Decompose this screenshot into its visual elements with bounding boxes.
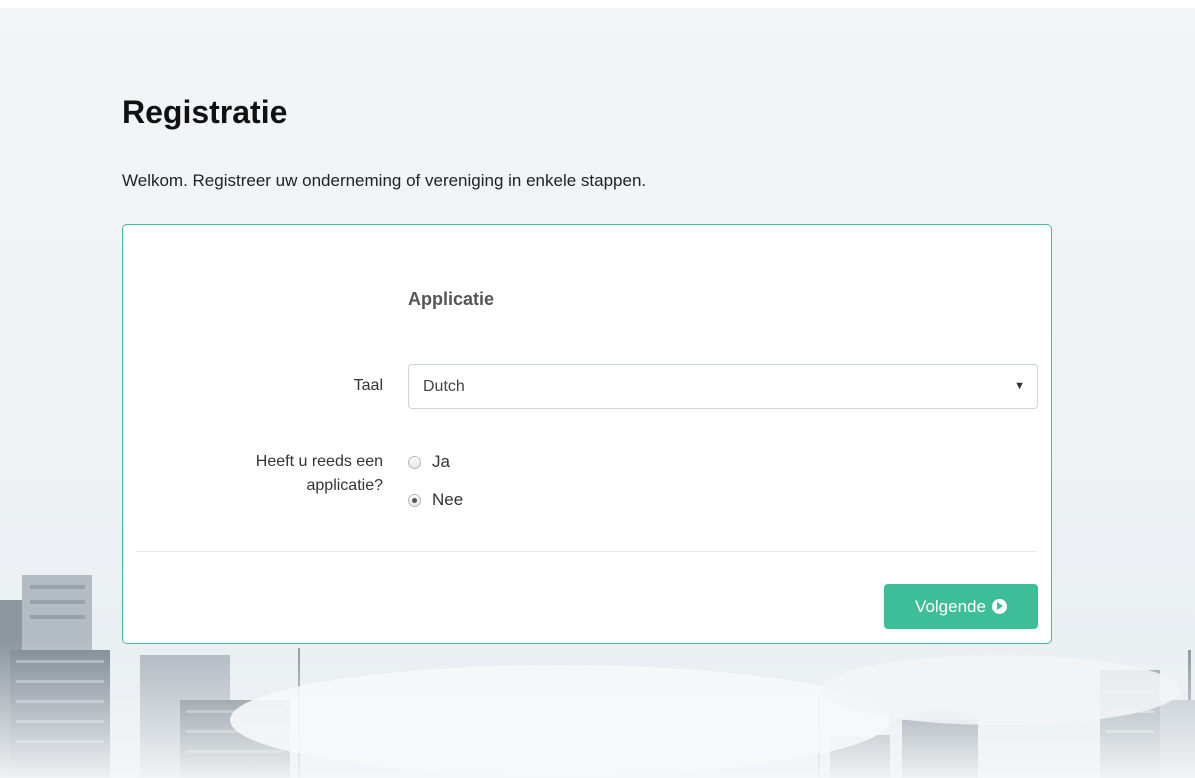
language-label: Taal xyxy=(353,377,383,394)
top-bar xyxy=(0,0,1195,8)
registration-panel: Applicatie Taal Dutch ▼ Heeft u reeds ee… xyxy=(122,224,1052,644)
page-title: Registratie xyxy=(122,94,288,130)
radio-label-ja: Ja xyxy=(432,452,450,471)
next-button[interactable]: Volgende xyxy=(884,584,1038,629)
language-selected-value: Dutch xyxy=(423,378,465,395)
circle-arrow-right-icon xyxy=(991,599,1007,614)
next-button-label: Volgende xyxy=(915,596,986,616)
section-title: Applicatie xyxy=(408,289,495,309)
radio-option-nee[interactable]: Nee xyxy=(408,488,463,512)
form-divider xyxy=(137,551,1037,552)
radio-label-nee: Nee xyxy=(432,490,464,509)
has-application-label-line1: Heeft u reeds een xyxy=(255,453,383,470)
radio-option-ja[interactable]: Ja xyxy=(408,450,450,474)
radio-button-ja[interactable] xyxy=(408,455,421,469)
radio-button-nee[interactable] xyxy=(408,493,421,507)
page-subtitle: Welkom. Registreer uw onderneming of ver… xyxy=(122,171,647,190)
has-application-label: Heeft u reeds een applicatie? xyxy=(183,450,383,498)
chevron-down-icon: ▼ xyxy=(1014,380,1025,392)
language-select[interactable]: Dutch ▼ xyxy=(408,364,1038,409)
has-application-label-line2: applicatie? xyxy=(306,477,384,494)
